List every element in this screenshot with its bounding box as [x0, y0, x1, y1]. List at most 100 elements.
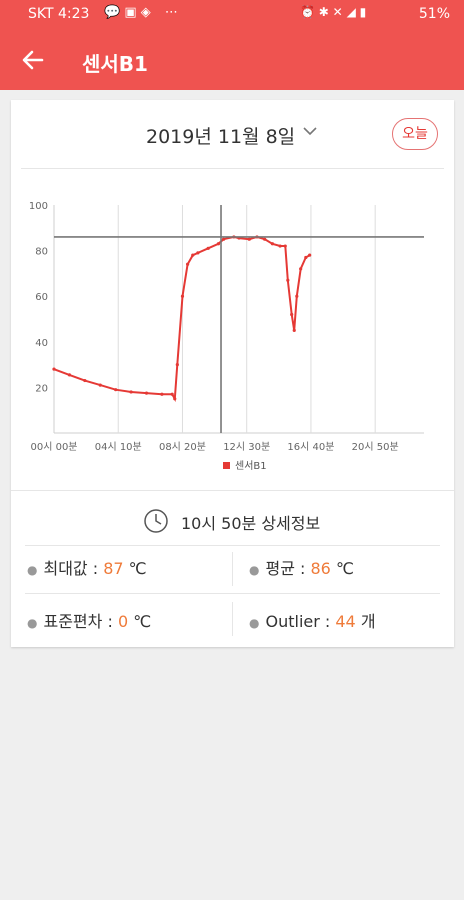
- detail-title: 10시 50분 상세정보: [181, 514, 321, 533]
- stat-label: 최대값: [43, 559, 88, 578]
- stat-unit: 개: [360, 612, 376, 631]
- bullet: ●: [249, 616, 260, 630]
- data-point: [67, 373, 72, 377]
- stat-label: Outlier: [265, 612, 320, 631]
- line-chart[interactable]: 00시 00분 04시 10분 08시 20분 12시 30분 16시 40분 20시 5…: [11, 195, 454, 485]
- stat-outlier: ● Outlier : 44 개: [249, 608, 376, 632]
- stat-value: 0: [117, 612, 129, 631]
- x-tick-label: 12시 30분: [223, 441, 270, 453]
- date-label[interactable]: 2019년 11월 8일: [146, 122, 295, 149]
- stat-separator: :: [102, 612, 118, 631]
- page-title: 센서B1: [82, 52, 148, 76]
- stat-unit: ℃: [128, 559, 147, 578]
- signal-icon: ▮: [359, 5, 367, 19]
- divider: [25, 545, 440, 546]
- stat-unit: ℃: [133, 612, 152, 631]
- data-point: [304, 255, 308, 260]
- data-point: [173, 397, 177, 401]
- data-point: [206, 246, 210, 250]
- stat-label: 평균: [265, 559, 295, 578]
- system-icons: ⏰ ✱ ✕ ◢ ▮: [300, 5, 366, 19]
- divider: [25, 593, 440, 594]
- stat-max: ● 최대값 : 87 ℃: [27, 555, 147, 579]
- data-point: [196, 251, 200, 255]
- chat-bubble-icon: 💬: [104, 5, 121, 20]
- stat-separator: :: [319, 612, 336, 631]
- y-tick-label: 40: [35, 338, 48, 349]
- data-point: [144, 391, 149, 395]
- wifi-icon: ◢: [346, 5, 356, 19]
- stat-unit: ℃: [335, 559, 354, 578]
- image-icon: ▣: [124, 5, 137, 20]
- series-line: [53, 235, 311, 403]
- stat-std: ● 표준편차 : 0 ℃: [27, 608, 151, 632]
- bullet: ●: [249, 563, 260, 577]
- x-tick-label: 20시 50분: [352, 441, 399, 453]
- data-point: [160, 392, 164, 396]
- data-point: [290, 312, 294, 317]
- y-tick-label: 60: [35, 292, 48, 303]
- column-divider: [232, 552, 233, 586]
- stat-avg: ● 평균 : 86 ℃: [249, 555, 354, 579]
- stat-separator: :: [87, 559, 104, 578]
- x-tick-label: 04시 10분: [95, 441, 142, 453]
- data-point: [263, 237, 267, 241]
- data-point: [170, 392, 174, 396]
- more-icon: ⋯: [164, 5, 178, 20]
- data-point: [83, 378, 87, 383]
- mute-icon: ✕: [332, 5, 343, 19]
- stat-separator: :: [294, 559, 311, 578]
- data-point: [247, 237, 251, 241]
- data-point: [286, 278, 290, 282]
- data-point: [175, 363, 179, 367]
- stat-value: 87: [103, 559, 124, 578]
- y-tick-label: 80: [35, 247, 48, 258]
- today-button[interactable]: 오늘: [392, 118, 438, 150]
- data-point: [299, 267, 303, 271]
- data-point: [186, 262, 190, 266]
- stat-value: 44: [335, 612, 356, 631]
- message-icon: ◈: [140, 5, 151, 20]
- x-tick-label: 00시 00분: [30, 441, 77, 453]
- data-point: [180, 294, 185, 298]
- data-point: [270, 242, 275, 246]
- status-time: SKT 4:23: [28, 6, 90, 22]
- x-tick-label: 16시 40분: [287, 441, 334, 453]
- bluetooth-icon: ✱: [318, 5, 329, 19]
- legend-label: 센서B1: [235, 460, 267, 472]
- data-point: [129, 390, 133, 394]
- back-button[interactable]: [20, 47, 46, 73]
- battery-level: 51%: [418, 6, 450, 22]
- data-point: [216, 242, 221, 246]
- data-point: [52, 367, 56, 371]
- date-selector[interactable]: 2019년 11월 8일 오늘: [11, 100, 454, 168]
- y-tick-label: 100: [29, 201, 48, 212]
- notification-icons: 💬 ▣ ◈ ⋯: [104, 5, 178, 20]
- divider: [11, 490, 454, 491]
- bullet: ●: [27, 563, 38, 577]
- sensor-card: 2019년 11월 8일 오늘 00시 00분 04시 10분 08시 20분 12시…: [11, 100, 454, 647]
- arrow-left-icon: [22, 50, 44, 70]
- status-bar: SKT 4:23 💬 ▣ ◈ ⋯ ⏰ ✱ ✕ ◢ ▮ 51%: [0, 0, 464, 30]
- data-point: [292, 328, 296, 332]
- clock-icon: [143, 508, 169, 538]
- x-tick-label: 08시 20분: [159, 441, 206, 453]
- divider: [21, 168, 444, 169]
- data-point: [295, 294, 299, 298]
- column-divider: [232, 602, 233, 636]
- data-point: [114, 388, 118, 392]
- app-bar: SKT 4:23 💬 ▣ ◈ ⋯ ⏰ ✱ ✕ ◢ ▮ 51% 센서B1: [0, 0, 464, 90]
- chevron-down-icon[interactable]: [301, 122, 319, 145]
- data-point: [308, 253, 312, 257]
- data-point: [221, 237, 226, 241]
- data-point: [191, 253, 195, 257]
- detail-header: 10시 50분 상세정보: [11, 500, 454, 544]
- data-point: [283, 244, 287, 248]
- data-point: [278, 244, 282, 248]
- y-tick-label: 20: [35, 383, 48, 394]
- bullet: ●: [27, 616, 38, 630]
- sensor-chart[interactable]: 00시 00분 04시 10분 08시 20분 12시 30분 16시 40분 20시 5…: [11, 195, 454, 485]
- legend-swatch: [223, 462, 230, 469]
- alarm-icon: ⏰: [300, 5, 315, 19]
- stat-value: 86: [310, 559, 331, 578]
